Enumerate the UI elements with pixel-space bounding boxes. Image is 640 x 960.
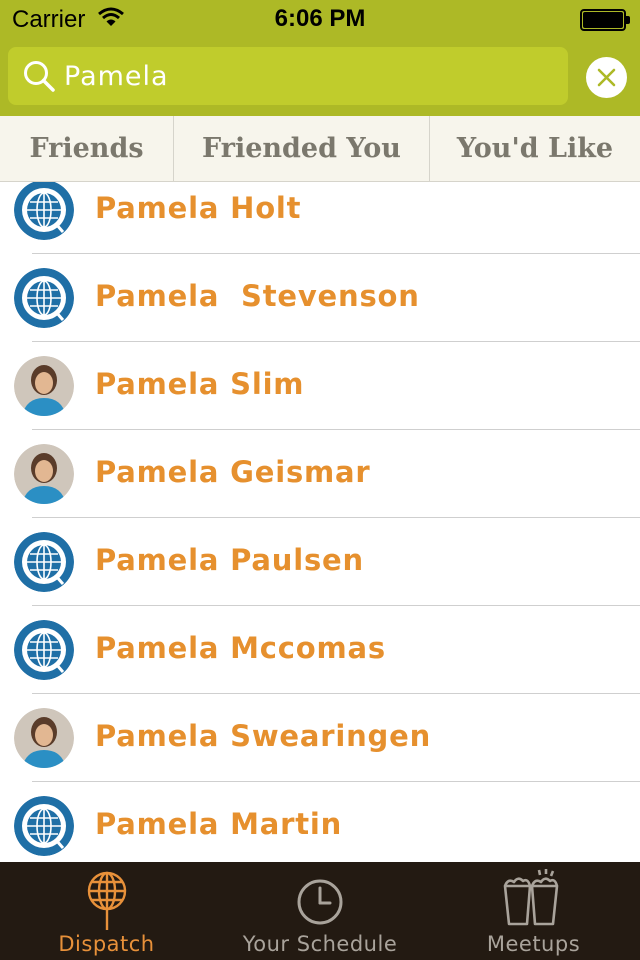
avatar xyxy=(14,708,74,768)
person-name: Pamela Holt xyxy=(95,191,302,225)
status-time: 6:06 PM xyxy=(274,5,366,32)
clear-search-button[interactable] xyxy=(586,57,627,98)
avatar xyxy=(14,444,74,504)
segmented-tabs: Friends Friended You You'd Like xyxy=(0,116,640,182)
person-name: Pamela Mccomas xyxy=(95,631,386,665)
globe-pin-icon xyxy=(87,871,127,930)
search-box[interactable] xyxy=(8,47,568,105)
tabbar-label-dispatch: Dispatch xyxy=(58,932,155,956)
list-item[interactable]: Pamela Martin xyxy=(0,782,640,862)
person-name: Pamela Slim xyxy=(95,367,305,401)
globe-icon xyxy=(14,268,74,328)
tabbar-item-dispatch[interactable]: Dispatch xyxy=(0,862,213,960)
list-item[interactable]: Pamela Paulsen xyxy=(0,518,640,606)
globe-icon xyxy=(14,532,74,592)
tab-bar: Dispatch Your Schedule Meetups xyxy=(0,862,640,960)
battery-icon xyxy=(580,9,630,31)
person-name: Pamela Martin xyxy=(95,807,343,841)
status-bar: Carrier 6:06 PM xyxy=(0,0,640,40)
clock-icon xyxy=(297,879,343,925)
globe-icon xyxy=(14,620,74,680)
tab-youd-like[interactable]: You'd Like xyxy=(429,116,640,181)
list-item[interactable]: Pamela Holt xyxy=(0,182,640,254)
person-name: Pamela Paulsen xyxy=(95,543,364,577)
person-name: Pamela Geismar xyxy=(95,455,371,489)
tabbar-item-meetups[interactable]: Meetups xyxy=(427,862,640,960)
avatar xyxy=(14,356,74,416)
search-input[interactable] xyxy=(64,56,554,96)
list-item[interactable]: Pamela Mccomas xyxy=(0,606,640,694)
person-name: Pamela Stevenson xyxy=(95,279,420,313)
tabbar-label-schedule: Your Schedule xyxy=(242,932,398,956)
tabbar-item-schedule[interactable]: Your Schedule xyxy=(213,862,427,960)
tabbar-label-meetups: Meetups xyxy=(486,932,581,956)
results-list[interactable]: Pamela Holt Pamela Stevenson Pamela Slim Pa… xyxy=(0,182,640,862)
close-icon xyxy=(597,68,616,87)
list-item[interactable]: Pamela Slim xyxy=(0,342,640,430)
search-icon xyxy=(24,61,55,92)
beer-glasses-icon xyxy=(503,869,559,926)
header: Carrier 6:06 PM xyxy=(0,0,640,116)
globe-icon xyxy=(14,796,74,856)
person-name: Pamela Swearingen xyxy=(95,719,432,753)
tab-friended-you[interactable]: Friended You xyxy=(173,116,429,181)
list-item[interactable]: Pamela Stevenson xyxy=(0,254,640,342)
list-item[interactable]: Pamela Geismar xyxy=(0,430,640,518)
tab-friends[interactable]: Friends xyxy=(0,116,173,181)
list-item[interactable]: Pamela Swearingen xyxy=(0,694,640,782)
globe-icon xyxy=(14,182,74,240)
